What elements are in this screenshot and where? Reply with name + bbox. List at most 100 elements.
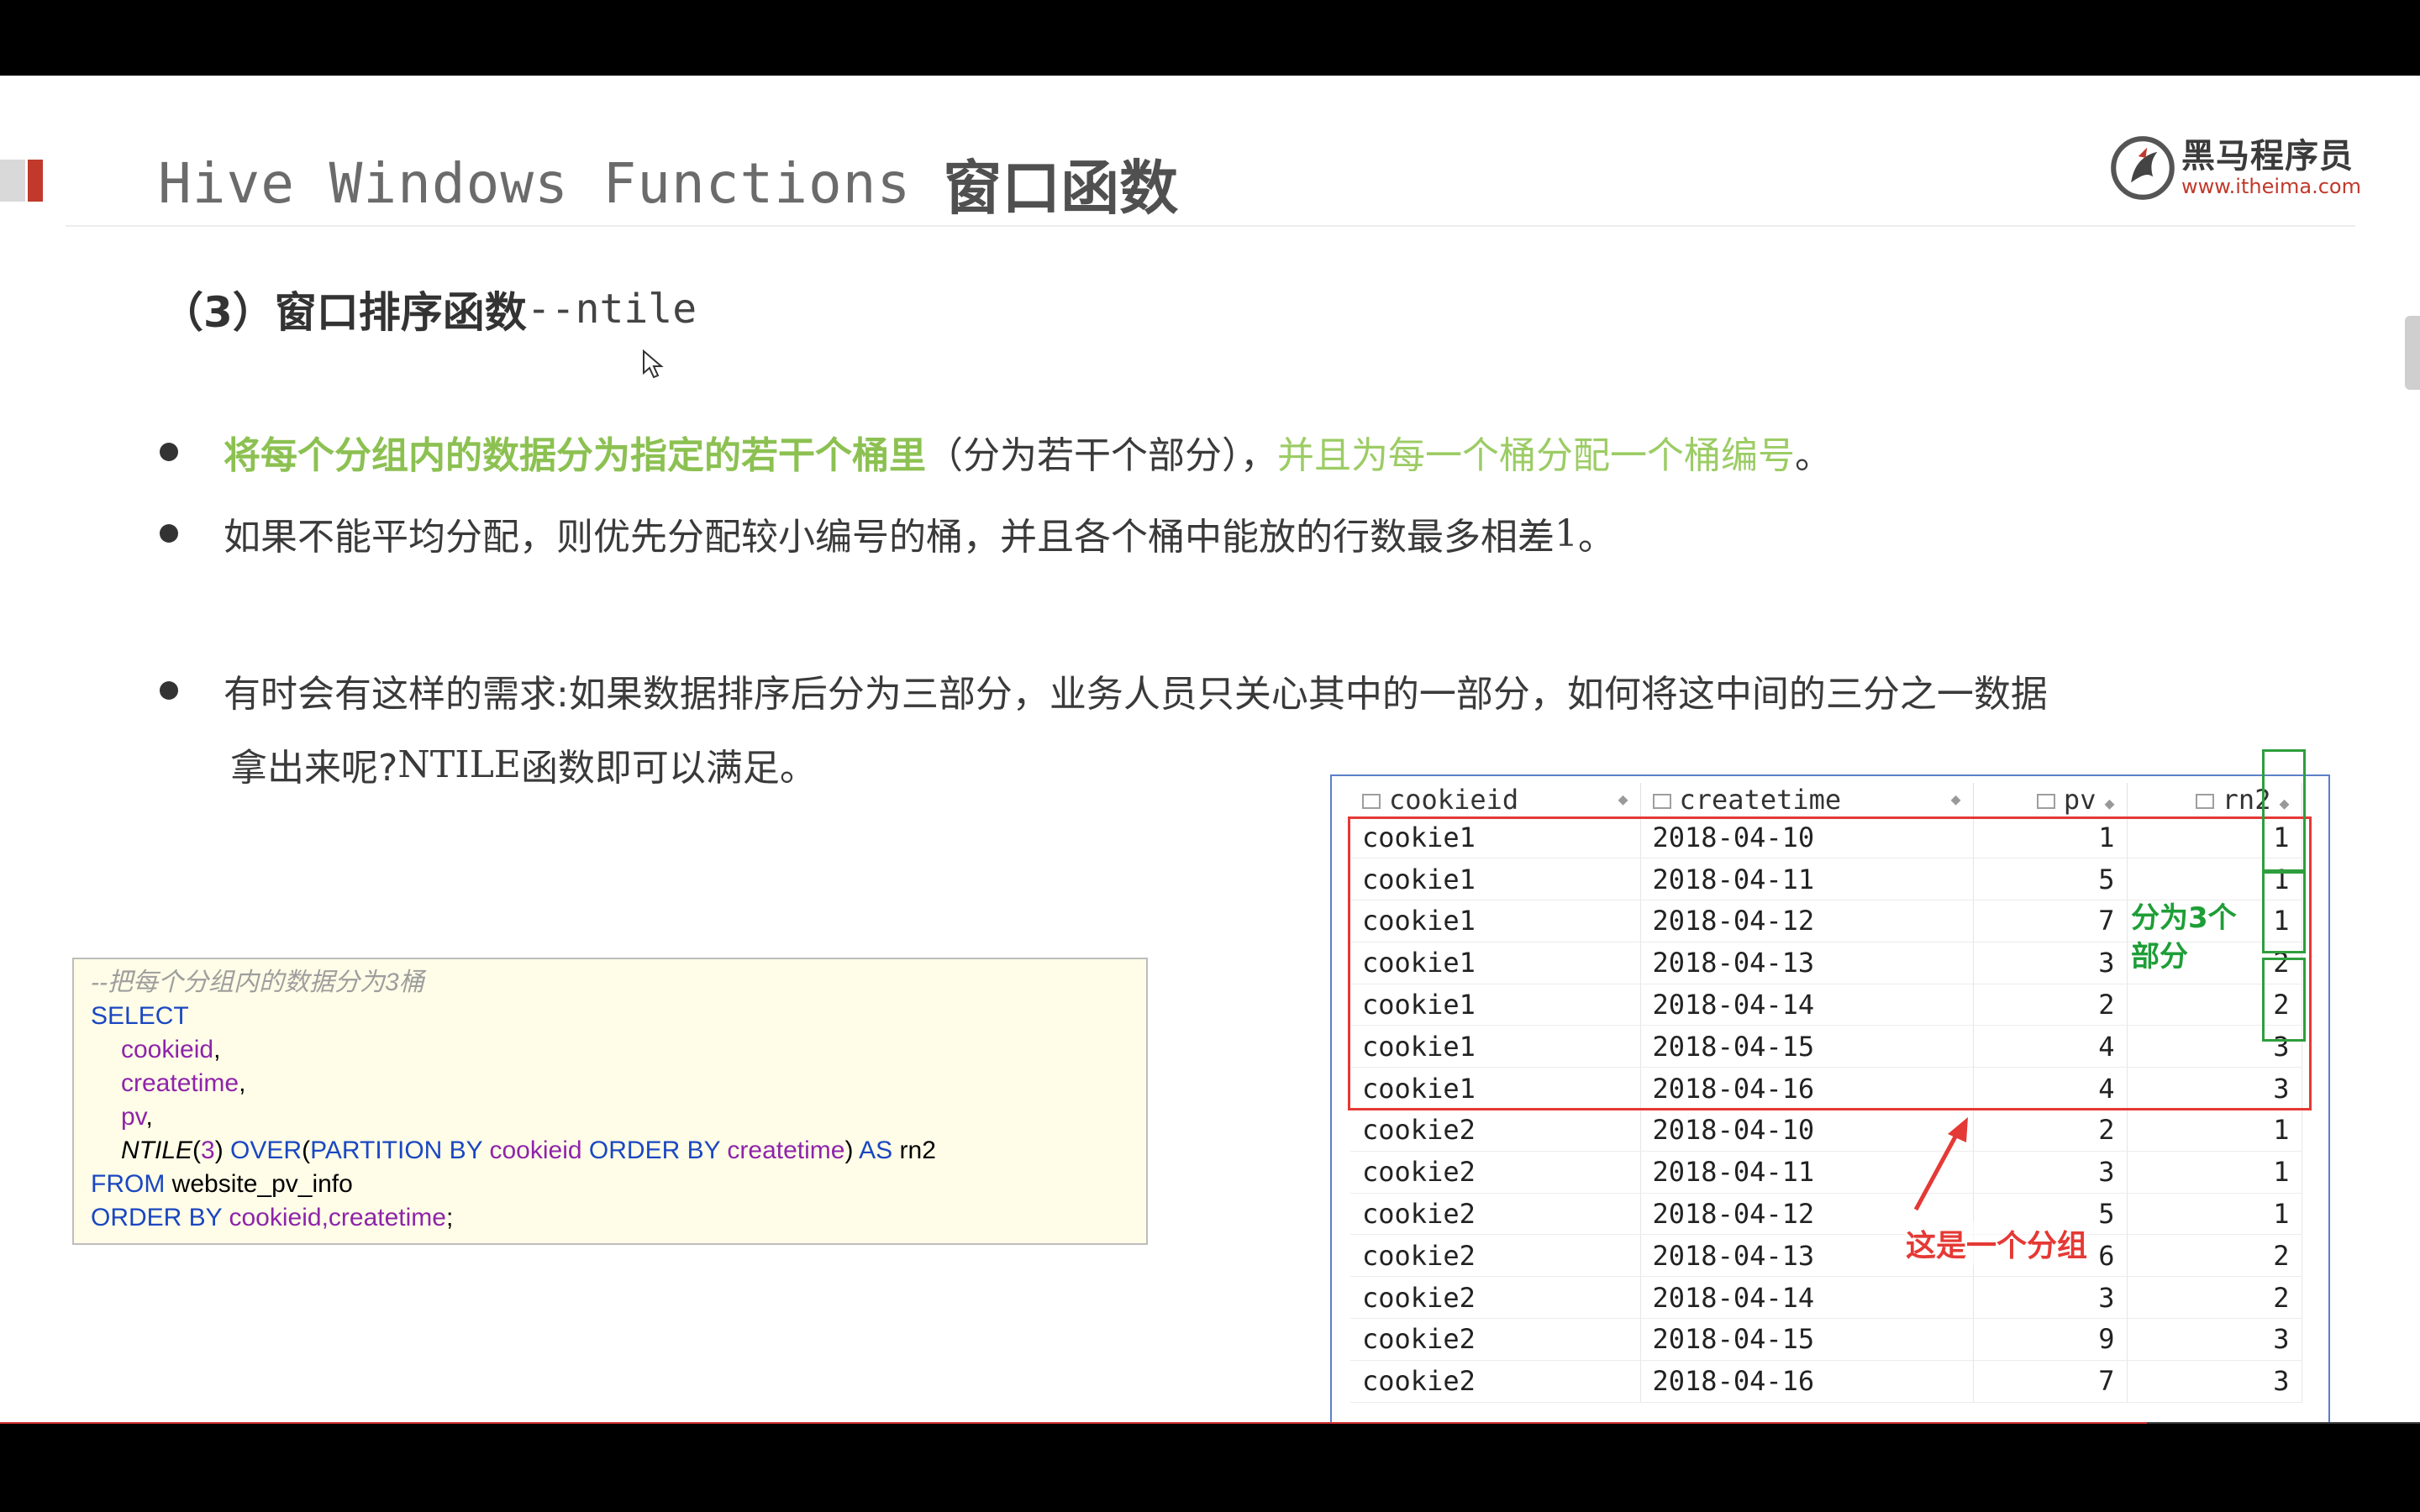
query-result-panel: cookieid ◆ createtime ◆ pv ◆ rn2 ◆ cookie1 20… [1330, 774, 2330, 1424]
cell-cookieid[interactable]: cookie1 [1350, 984, 1641, 1026]
code-order-cols: cookieid,createtime [229, 1204, 446, 1231]
cell-pv[interactable]: 4 [1973, 1025, 2128, 1068]
sort-icon[interactable]: ◆ [2279, 793, 2289, 813]
cell-createtime[interactable]: 2018-04-12 [1640, 900, 1974, 942]
cell-createtime[interactable]: 2018-04-11 [1640, 858, 1974, 901]
bullet-2-end: 。 [1578, 516, 1615, 559]
slide-title-cjk: 窗口函数 [943, 153, 1179, 223]
itheima-logo: 黑马程序员 www.itheima.com [2109, 126, 2361, 210]
table-row[interactable]: cookie2 2018-04-10 2 1 [1350, 1109, 2302, 1152]
sort-icon[interactable]: ◆ [1618, 789, 1628, 809]
cell-pv[interactable]: 1 [1973, 816, 2128, 859]
slide-title: Hive Windows Functions 窗口函数 [158, 141, 1178, 225]
cell-pv[interactable]: 3 [1973, 942, 2128, 984]
table-row[interactable]: cookie1 2018-04-16 4 3 [1350, 1067, 2302, 1110]
mouse-pointer-icon [643, 349, 664, 379]
cell-cookieid[interactable]: cookie2 [1350, 1151, 1641, 1194]
sort-icon[interactable]: ◆ [1950, 789, 1960, 809]
cell-pv[interactable]: 7 [1973, 1360, 2128, 1403]
table-row[interactable]: cookie2 2018-04-11 3 1 [1350, 1151, 2302, 1194]
cell-pv[interactable]: 9 [1973, 1318, 2128, 1361]
cell-cookieid[interactable]: cookie1 [1350, 816, 1641, 859]
bullet-2-text: 如果不能平均分配，则优先分配较小编号的桶，并且各个桶中能放的行数最多相差 [224, 516, 1555, 559]
cell-createtime[interactable]: 2018-04-13 [1640, 942, 1974, 984]
table-row[interactable]: cookie2 2018-04-14 3 2 [1350, 1276, 2302, 1320]
cell-cookieid[interactable]: cookie2 [1350, 1318, 1641, 1361]
cell-pv[interactable]: 7 [1973, 900, 2128, 942]
cell-cookieid[interactable]: cookie1 [1350, 1025, 1641, 1068]
cell-rn2[interactable]: 1 [2127, 1109, 2302, 1152]
table-row[interactable]: cookie2 2018-04-13 6 2 [1350, 1234, 2302, 1278]
cell-rn2[interactable]: 1 [2127, 858, 2302, 901]
cell-cookieid[interactable]: cookie2 [1350, 1234, 1641, 1278]
code-semicolon: ; [445, 1204, 454, 1231]
cell-rn2[interactable]: 3 [2127, 1318, 2302, 1361]
table-header-row: cookieid ◆ createtime ◆ pv ◆ rn2 ◆ [1350, 783, 2302, 816]
table-row[interactable]: cookie1 2018-04-15 4 3 [1350, 1025, 2302, 1068]
cell-rn2[interactable]: 1 [2127, 1151, 2302, 1194]
cell-rn2[interactable]: 3 [2127, 1025, 2302, 1068]
column-header-createtime[interactable]: createtime ◆ [1640, 783, 1974, 816]
table-row[interactable]: cookie2 2018-04-15 9 3 [1350, 1318, 2302, 1361]
sql-code-box: --把每个分组内的数据分为3桶 SELECT cookieid, createt… [72, 958, 1148, 1245]
column-header-cookieid[interactable]: cookieid ◆ [1350, 783, 1641, 816]
cell-createtime[interactable]: 2018-04-10 [1640, 816, 1974, 859]
cell-rn2[interactable]: 1 [2127, 816, 2302, 859]
cell-createtime[interactable]: 2018-04-16 [1640, 1067, 1974, 1110]
cell-rn2[interactable]: 2 [2127, 1234, 2302, 1278]
column-icon [2195, 794, 2214, 809]
side-panel-handle[interactable] [2405, 316, 2420, 390]
screen-top-bar [0, 0, 2420, 76]
logo-name: 黑马程序员 [2181, 137, 2354, 176]
cell-cookieid[interactable]: cookie2 [1350, 1360, 1641, 1403]
cell-cookieid[interactable]: cookie1 [1350, 900, 1641, 942]
cell-pv[interactable]: 5 [1973, 858, 2128, 901]
table-row[interactable]: cookie1 2018-04-11 5 1 [1350, 858, 2302, 901]
cell-rn2[interactable]: 2 [2127, 1276, 2302, 1320]
cell-cookieid[interactable]: cookie1 [1350, 1067, 1641, 1110]
cell-rn2[interactable]: 3 [2127, 1360, 2302, 1403]
screen-bottom-bar [0, 1424, 2420, 1512]
cell-pv[interactable]: 3 [1973, 1151, 2128, 1194]
cell-pv[interactable]: 3 [1973, 1276, 2128, 1320]
bullet-1-emphasis: 将每个分组内的数据分为指定的若干个桶里 [224, 434, 926, 477]
cell-createtime[interactable]: 2018-04-16 [1640, 1360, 1974, 1403]
column-header-rn2[interactable]: rn2 ◆ [2127, 783, 2302, 816]
cell-createtime[interactable]: 2018-04-14 [1640, 984, 1974, 1026]
cell-pv[interactable]: 2 [1973, 1109, 2128, 1152]
bullet-3-question: 拿出来呢? [230, 747, 398, 790]
code-comma: , [145, 1103, 153, 1131]
table-row[interactable]: cookie2 2018-04-12 5 1 [1350, 1193, 2302, 1236]
cell-createtime[interactable]: 2018-04-15 [1640, 1025, 1974, 1068]
cell-rn2[interactable]: 1 [2127, 1193, 2302, 1236]
cell-cookieid[interactable]: cookie1 [1350, 942, 1641, 984]
bullet-dot [160, 681, 178, 700]
code-col-createtime: createtime [121, 1069, 239, 1097]
cell-cookieid[interactable]: cookie2 [1350, 1276, 1641, 1320]
code-comma: , [239, 1069, 246, 1097]
cell-cookieid[interactable]: cookie2 [1350, 1109, 1641, 1152]
cell-pv[interactable]: 2 [1973, 984, 2128, 1026]
column-header-pv[interactable]: pv ◆ [1973, 783, 2128, 816]
table-row[interactable]: cookie1 2018-04-10 1 1 [1350, 816, 2302, 859]
cell-pv[interactable]: 4 [1973, 1067, 2128, 1110]
cell-cookieid[interactable]: cookie2 [1350, 1193, 1641, 1236]
bullet-1-text: （分为若干个部分）， [926, 434, 1277, 477]
cell-rn2[interactable]: 3 [2127, 1067, 2302, 1110]
title-accent-grey [0, 160, 25, 202]
code-col-cookieid: cookieid [121, 1036, 214, 1063]
logo-url: www.itheima.com [2181, 175, 2361, 198]
table-row[interactable]: cookie1 2018-04-14 2 2 [1350, 984, 2302, 1026]
cell-createtime[interactable]: 2018-04-15 [1640, 1318, 1974, 1361]
cell-rn2[interactable]: 2 [2127, 984, 2302, 1026]
section-heading: （3） 窗口排序函数 --ntile [161, 276, 697, 343]
slide: Hive Windows Functions 窗口函数 黑马程序员 www.it… [0, 76, 2420, 1424]
bullet-1: 将每个分组内的数据分为指定的若干个桶里 （分为若干个部分）， 并且为每一个桶分配… [160, 423, 1832, 481]
code-comma: , [213, 1036, 221, 1063]
table-row[interactable]: cookie2 2018-04-16 7 3 [1350, 1360, 2302, 1403]
bullet-3-function: NTILE [397, 743, 521, 786]
cell-cookieid[interactable]: cookie1 [1350, 858, 1641, 901]
sort-icon[interactable]: ◆ [2104, 793, 2114, 813]
column-header-label: createtime [1679, 784, 1842, 816]
cell-createtime[interactable]: 2018-04-14 [1640, 1276, 1974, 1320]
